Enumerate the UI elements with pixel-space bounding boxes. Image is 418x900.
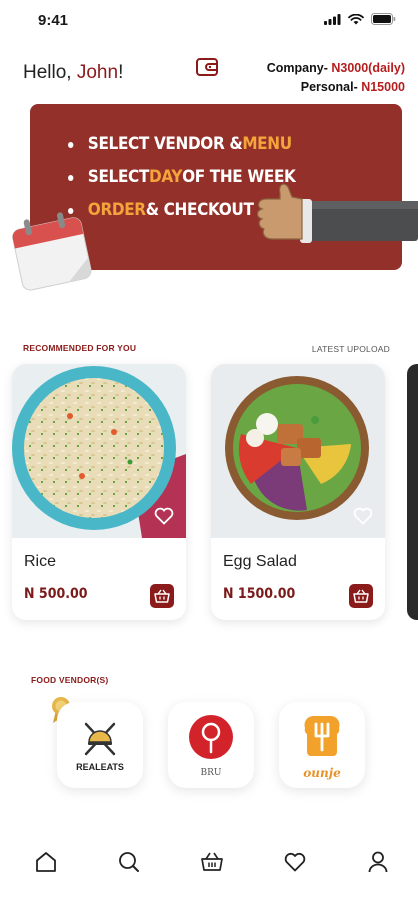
- status-icons: [324, 13, 396, 25]
- add-to-basket-button[interactable]: [150, 584, 174, 608]
- ounje-logo: [304, 716, 340, 756]
- vendor-name: REALEATS: [76, 762, 124, 772]
- nav-search[interactable]: [115, 848, 143, 876]
- step-3-suffix: & CHECKOUT: [145, 200, 254, 220]
- step-1-text: SELECT VENDOR &: [87, 134, 243, 154]
- step-1-highlight: MENU: [242, 134, 292, 154]
- personal-label: Personal-: [300, 80, 362, 94]
- personal-amount: N15000: [361, 80, 405, 94]
- thumbs-up-illustration: [256, 183, 418, 243]
- greeting-suffix: !: [118, 62, 124, 83]
- bru-logo: [189, 715, 233, 759]
- bottom-navigation: [0, 840, 418, 884]
- favorite-icon[interactable]: [353, 507, 373, 525]
- user-name: John: [76, 62, 119, 83]
- status-bar: 9:41: [0, 0, 418, 40]
- latest-upload-link[interactable]: LATEST UPOLOAD: [312, 344, 390, 354]
- search-icon: [119, 852, 139, 872]
- heart-icon: [284, 852, 306, 872]
- nav-home[interactable]: [32, 848, 60, 876]
- vendor-name: ounje: [303, 766, 341, 780]
- greeting: Hello, John!: [23, 62, 123, 84]
- calendar-illustration: [12, 212, 92, 291]
- battery-icon: [371, 13, 396, 25]
- food-vendors-label: FOOD VENDOR(S): [31, 675, 109, 685]
- personal-balance: Personal- N15000: [267, 78, 405, 97]
- vendor-name: BRU: [200, 768, 222, 778]
- banner-step-1: SELECT VENDOR & MENU: [68, 128, 296, 161]
- nav-favorites[interactable]: [281, 848, 309, 876]
- wallet-icon[interactable]: [196, 58, 218, 76]
- home-icon: [36, 852, 56, 872]
- status-time: 9:41: [38, 12, 69, 29]
- step-2-highlight: DAY: [148, 167, 183, 187]
- food-card-egg-salad[interactable]: Egg Salad N 1500.00: [211, 364, 385, 620]
- signal-icon: [324, 13, 341, 25]
- header: Hello, John! Company- N3000(daily) Perso…: [0, 52, 418, 98]
- balance-info: Company- N3000(daily) Personal- N15000: [267, 59, 405, 97]
- wifi-icon: [348, 13, 364, 24]
- company-balance: Company- N3000(daily): [267, 59, 405, 78]
- add-to-basket-button[interactable]: [349, 584, 373, 608]
- greeting-prefix: Hello,: [23, 62, 77, 83]
- vendor-bru[interactable]: BRU: [168, 702, 254, 788]
- next-food-card-peek[interactable]: [407, 364, 418, 620]
- step-2-prefix: SELECT: [87, 167, 150, 187]
- realeats-logo: [84, 722, 116, 756]
- food-price: N 1500.00: [223, 586, 296, 602]
- recommended-label: RECOMMENDED FOR YOU: [23, 343, 137, 353]
- nav-basket[interactable]: [198, 848, 226, 876]
- food-name: Rice: [24, 553, 57, 570]
- company-amount: N3000(daily): [331, 61, 405, 75]
- nav-profile[interactable]: [364, 848, 392, 876]
- favorite-icon[interactable]: [154, 507, 174, 525]
- basket-icon: [154, 589, 170, 603]
- vendor-ounje[interactable]: ounje: [279, 702, 365, 788]
- basket-icon: [353, 589, 369, 603]
- basket-icon: [201, 852, 223, 871]
- company-label: Company-: [266, 61, 332, 75]
- food-card-rice[interactable]: Rice N 500.00: [12, 364, 186, 620]
- profile-icon: [368, 851, 388, 873]
- vendor-realeats[interactable]: REALEATS: [57, 702, 143, 788]
- food-name: Egg Salad: [223, 553, 297, 570]
- food-price: N 500.00: [24, 586, 88, 602]
